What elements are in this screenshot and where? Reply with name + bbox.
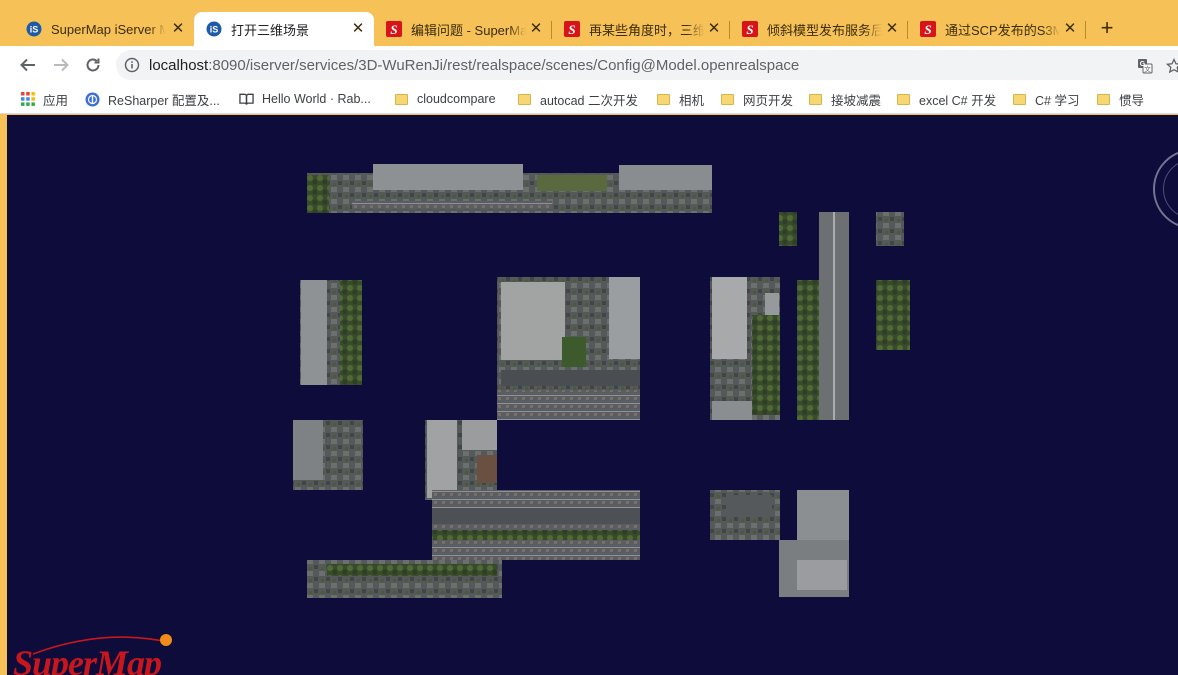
bookmark-label: 相机: [679, 93, 705, 108]
folder-icon: [808, 92, 823, 107]
svg-text:S: S: [390, 22, 397, 37]
svg-text:S: S: [924, 22, 931, 37]
new-tab-button[interactable]: +: [1096, 17, 1118, 40]
folder-icon: [896, 92, 911, 107]
folder-icon: [517, 92, 532, 107]
bookmark-resharper[interactable]: ReSharper 配置及...: [85, 89, 220, 109]
close-tab-icon[interactable]: ✕: [528, 21, 544, 37]
tab-title: 打开三维场景: [231, 22, 310, 38]
bookmark-label: C# 学习: [1035, 93, 1080, 108]
tab-oblique-model[interactable]: S 倾斜模型发布服务后 ✕: [730, 12, 908, 46]
bookmark-ins[interactable]: 惯导: [1096, 89, 1144, 109]
tab-supermap-iserver[interactable]: iS SuperMap iServer M ✕: [14, 12, 194, 46]
book-icon: [239, 92, 254, 107]
folder-icon: [1096, 92, 1111, 107]
bookmark-label: Hello World · Rab...: [262, 92, 371, 106]
tile-right-small: [876, 280, 910, 350]
supermap-s-icon: S: [564, 21, 580, 37]
bookmark-csharp-learning[interactable]: C# 学习: [1012, 89, 1079, 109]
folder-icon: [720, 92, 735, 107]
bookmark-excel-csharp[interactable]: excel C# 开发: [896, 89, 996, 109]
reload-icon: [86, 58, 100, 72]
bookmark-label: cloudcompare: [417, 92, 496, 106]
close-tab-icon[interactable]: ✕: [706, 21, 722, 37]
info-icon[interactable]: [124, 57, 140, 73]
supermap-logo: SuperMap: [13, 632, 213, 675]
tab-open-3d-scene[interactable]: iS 打开三维场景 ✕: [194, 12, 374, 46]
folder-icon: [656, 92, 671, 107]
folder-icon: [1012, 92, 1027, 107]
svg-text:iS: iS: [30, 25, 39, 35]
tile-right-center: [710, 277, 780, 420]
tile-small-b: [876, 212, 904, 246]
supermap-s-icon: S: [742, 21, 758, 37]
tile-left-lower: [293, 420, 363, 490]
close-tab-icon[interactable]: ✕: [170, 21, 186, 37]
apps-grid-icon: [20, 92, 35, 107]
bookmark-label: 接坡减震: [831, 93, 882, 108]
bookmark-cloudcompare[interactable]: cloudcompare: [394, 89, 496, 109]
close-tab-icon[interactable]: ✕: [1062, 21, 1078, 37]
supermap-iserver-icon: iS: [206, 21, 222, 37]
tab-title: 通过SCP发布的S3M: [945, 22, 1060, 38]
tab-title: 再某些角度时，三维: [589, 22, 704, 38]
scene-tiles: [293, 164, 910, 598]
bookmark-apps[interactable]: 应用: [20, 89, 68, 109]
bookmark-slope-damping[interactable]: 接坡减震: [808, 89, 881, 109]
forward-arrow-icon: [54, 58, 69, 72]
supermap-s-icon: S: [386, 21, 402, 37]
globe-icon: [85, 92, 100, 107]
tile-left-upper: [300, 280, 362, 385]
tab-some-angle[interactable]: S 再某些角度时，三维 ✕: [552, 12, 730, 46]
close-tab-icon[interactable]: ✕: [350, 21, 366, 37]
logo-text: SuperMap: [13, 643, 162, 675]
tile-center-block: [497, 277, 640, 420]
bookmark-label: excel C# 开发: [919, 93, 997, 108]
folder-icon: [394, 92, 409, 107]
back-button[interactable]: [17, 54, 39, 76]
svg-text:G: G: [1140, 61, 1146, 68]
url-path: :8090/iserver/services/3D-WuRenJi/rest/r…: [208, 57, 800, 74]
tab-separator: [1085, 21, 1086, 39]
supermap-iserver-icon: iS: [26, 21, 42, 37]
bookmark-web-dev[interactable]: 网页开发: [720, 89, 793, 109]
bookmarks-bar: 应用 ReSharper 配置及... Hello World · Rab...…: [0, 84, 1178, 114]
svg-text:iS: iS: [210, 25, 219, 35]
tab-title: 编辑问题 - SuperMa: [411, 22, 526, 38]
address-bar[interactable]: localhost:8090/iserver/services/3D-WuRen…: [116, 50, 1178, 80]
tile-road-column: [797, 212, 849, 420]
supermap-s-icon: S: [920, 21, 936, 37]
bookmark-label: autocad 二次开发: [540, 93, 638, 108]
tab-scp-s3m[interactable]: S 通过SCP发布的S3M ✕: [908, 12, 1086, 46]
bookmark-hello-world[interactable]: Hello World · Rab...: [239, 89, 371, 109]
3d-scene-viewport[interactable]: SuperMap: [7, 115, 1178, 675]
tab-title: SuperMap iServer M: [51, 21, 166, 37]
bookmark-camera[interactable]: 相机: [656, 89, 704, 109]
forward-button[interactable]: [50, 54, 72, 76]
tab-edit-issue[interactable]: S 编辑问题 - SuperMa ✕: [374, 12, 552, 46]
tab-title: 倾斜模型发布服务后: [767, 22, 882, 38]
url-host: localhost: [149, 57, 209, 74]
bookmark-label: ReSharper 配置及...: [108, 93, 220, 108]
bookmark-label: 应用: [43, 93, 69, 108]
tab-strip: iS SuperMap iServer M ✕ iS 打开三维场景 ✕ S 编辑…: [0, 0, 1178, 46]
close-tab-icon[interactable]: ✕: [884, 21, 900, 37]
bookmark-autocad[interactable]: autocad 二次开发: [517, 89, 638, 109]
bookmark-star-icon[interactable]: [1166, 58, 1178, 74]
reload-button[interactable]: [82, 54, 104, 76]
url-text[interactable]: localhost:8090/iserver/services/3D-WuRen…: [149, 57, 799, 74]
bookmark-label: 网页开发: [743, 93, 794, 108]
tile-small-a: [779, 212, 797, 246]
bookmark-label: 惯导: [1119, 93, 1145, 108]
tile-top-strip: [307, 164, 712, 213]
back-arrow-icon: [20, 58, 35, 72]
translate-icon[interactable]: 文G: [1137, 58, 1153, 74]
svg-text:S: S: [746, 22, 753, 37]
browser-toolbar: localhost:8090/iserver/services/3D-WuRen…: [0, 46, 1178, 84]
tile-lower-right: [710, 490, 849, 597]
svg-text:S: S: [568, 22, 575, 37]
